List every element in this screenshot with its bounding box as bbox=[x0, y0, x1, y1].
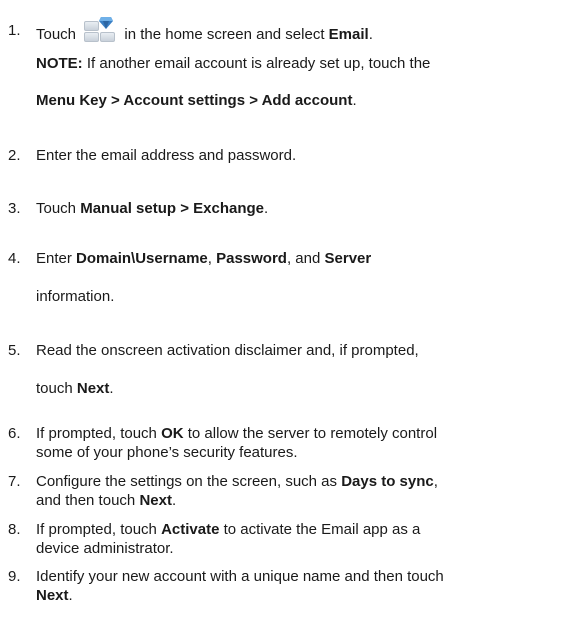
step-5-line-2: touch Next. bbox=[36, 379, 576, 398]
punctuation: . bbox=[171, 492, 177, 509]
step-5: 5. Read the onscreen activation disclaim… bbox=[8, 341, 576, 360]
step-4: 4. Enter Domain\Username, Password, and … bbox=[8, 249, 576, 268]
step-text: and then touch bbox=[36, 492, 136, 509]
step-text: Enter bbox=[36, 250, 72, 267]
step-text: device administrator. bbox=[36, 540, 174, 557]
emphasis: Server bbox=[324, 250, 372, 267]
step-number: 3. bbox=[8, 200, 21, 217]
step-6-line-2: some of your phone’s security features. bbox=[36, 443, 576, 462]
step-number: 1. bbox=[8, 22, 21, 39]
emphasis: Manual setup > Exchange bbox=[80, 200, 265, 217]
emphasis: OK bbox=[161, 425, 184, 442]
step-text: If prompted, touch bbox=[36, 521, 157, 538]
punctuation: . bbox=[368, 26, 373, 43]
step-number: 9. bbox=[8, 568, 21, 585]
emphasis: Email bbox=[328, 26, 369, 43]
punctuation: , and bbox=[286, 250, 321, 267]
step-text: Identify your new account with a unique … bbox=[36, 568, 444, 585]
note-text: If another email account is already set … bbox=[86, 55, 431, 72]
punctuation: . bbox=[68, 587, 73, 604]
step-text: some of your phone’s security features. bbox=[36, 444, 298, 461]
home-apps-icon bbox=[84, 17, 116, 43]
gem-icon bbox=[99, 17, 114, 29]
step-text: Configure the settings on the screen, su… bbox=[36, 473, 338, 490]
note-path: Menu Key > Account settings > Add accoun… bbox=[36, 92, 353, 109]
step-text: touch bbox=[36, 380, 73, 397]
step-text: Enter the email address and password. bbox=[36, 147, 297, 164]
emphasis: Password bbox=[216, 250, 287, 267]
emphasis: Domain\Username bbox=[76, 250, 208, 267]
step-7-line-2: and then touch Next. bbox=[36, 491, 576, 510]
step-6: 6. If prompted, touch OK to allow the se… bbox=[8, 424, 576, 443]
punctuation: , bbox=[207, 250, 212, 267]
step-text: to allow the server to remotely control bbox=[187, 425, 438, 442]
punctuation: . bbox=[352, 92, 357, 109]
step-text: in the home screen and select bbox=[124, 26, 325, 43]
step-4-line-2: information. bbox=[36, 287, 576, 306]
step-9-line-2: Next. bbox=[36, 586, 576, 605]
step-8: 8. If prompted, touch Activate to activa… bbox=[8, 520, 576, 539]
emphasis: Next bbox=[76, 380, 110, 397]
step-number: 6. bbox=[8, 425, 21, 442]
step-text: Read the onscreen activation disclaimer … bbox=[36, 342, 419, 359]
emphasis: Days to sync bbox=[341, 473, 434, 490]
step-text: Touch bbox=[36, 26, 77, 43]
step-number: 2. bbox=[8, 147, 21, 164]
punctuation: . bbox=[109, 380, 114, 397]
emphasis: Next bbox=[139, 492, 172, 509]
step-3: 3. Touch Manual setup > Exchange. bbox=[8, 199, 576, 218]
step-text: to activate the Email app as a bbox=[223, 521, 421, 538]
step-8-line-2: device administrator. bbox=[36, 539, 576, 558]
step-2: 2. Enter the email address and password. bbox=[8, 146, 576, 165]
emphasis: Activate bbox=[161, 521, 220, 538]
note-line-1: NOTE: If another email account is alread… bbox=[36, 54, 576, 73]
step-9: 9. Identify your new account with a uniq… bbox=[8, 567, 576, 586]
punctuation: . bbox=[264, 200, 269, 217]
punctuation: , bbox=[433, 473, 438, 490]
step-number: 4. bbox=[8, 250, 21, 267]
step-number: 7. bbox=[8, 473, 21, 490]
step-text: information. bbox=[36, 288, 115, 305]
emphasis: Next bbox=[36, 587, 69, 604]
note-line-2: Menu Key > Account settings > Add accoun… bbox=[36, 91, 576, 110]
step-1: 1. Touch in the home screen and select E… bbox=[8, 17, 576, 44]
step-text: Touch bbox=[36, 200, 77, 217]
step-7: 7. Configure the settings on the screen,… bbox=[8, 472, 576, 491]
step-number: 5. bbox=[8, 342, 21, 359]
step-number: 8. bbox=[8, 521, 21, 538]
step-text: If prompted, touch bbox=[36, 425, 157, 442]
note-label: NOTE: bbox=[36, 55, 83, 72]
